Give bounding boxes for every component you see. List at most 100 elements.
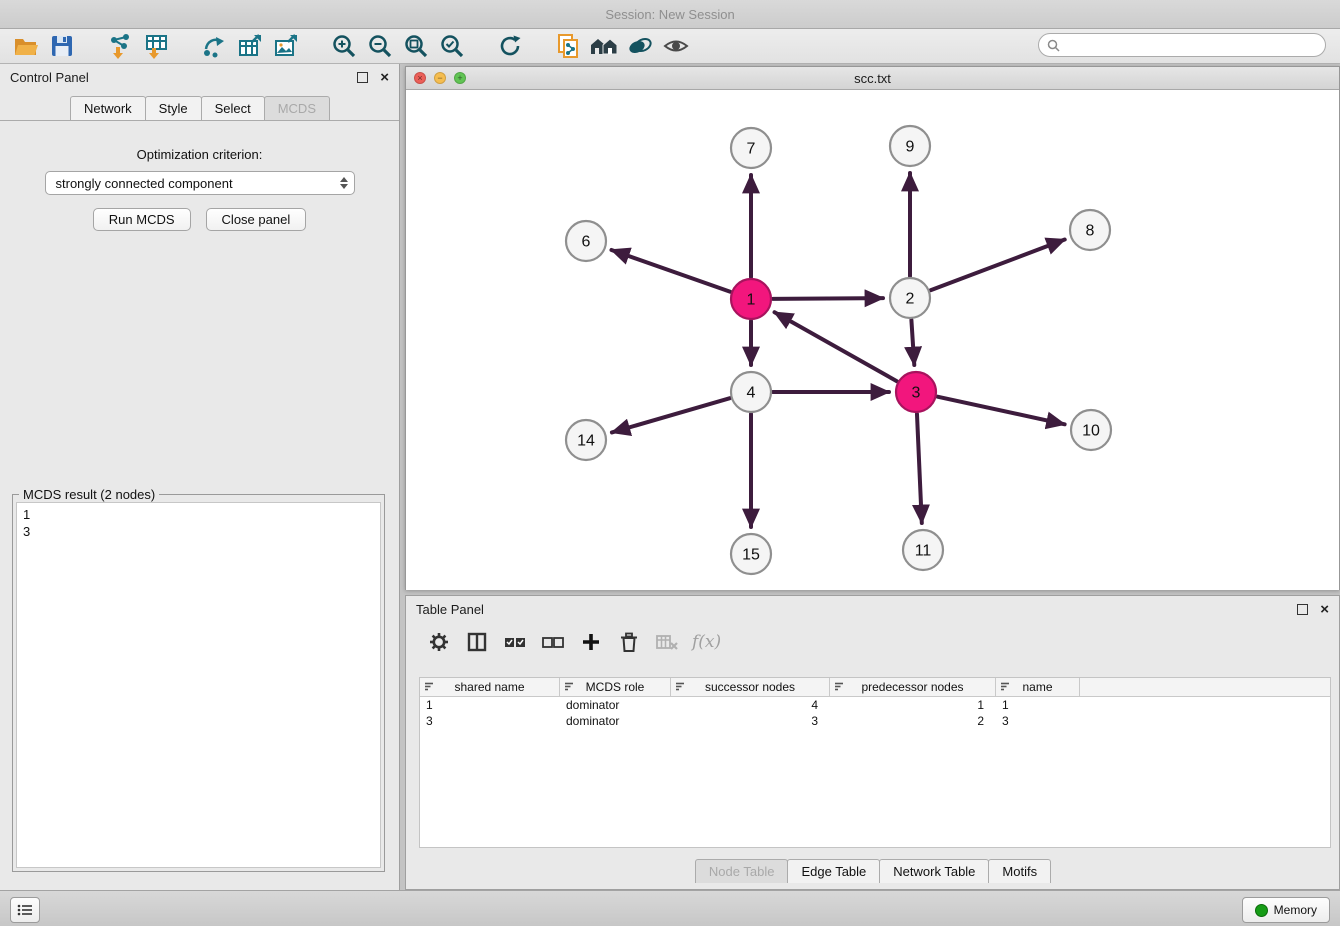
zoom-in-button[interactable] xyxy=(326,31,362,61)
tab-node-table[interactable]: Node Table xyxy=(695,859,789,883)
zoom-out-icon xyxy=(367,33,393,59)
network-canvas[interactable]: 7 9 6 8 1 2 4 3 14 10 15 11 xyxy=(406,90,1339,590)
open-session-button[interactable] xyxy=(8,31,44,61)
refresh-button[interactable] xyxy=(492,31,528,61)
memory-status-icon xyxy=(1255,904,1268,917)
mcds-result-title: MCDS result (2 nodes) xyxy=(19,487,159,502)
plus-icon xyxy=(580,631,602,653)
network-graph[interactable]: 7 9 6 8 1 2 4 3 14 10 15 11 xyxy=(406,90,1339,590)
zoom-fit-button[interactable] xyxy=(398,31,434,61)
select-all-button[interactable] xyxy=(498,628,532,656)
column-header-predecessor-nodes[interactable]: predecessor nodes xyxy=(830,678,996,696)
graph-node-6[interactable]: 6 xyxy=(566,221,606,261)
graph-edge-3-1[interactable] xyxy=(775,312,897,381)
column-header-shared-name[interactable]: shared name xyxy=(420,678,560,696)
graph-edge-3-11[interactable] xyxy=(917,414,922,523)
delete-row-button[interactable] xyxy=(612,628,646,656)
graph-node-8[interactable]: 8 xyxy=(1070,210,1110,250)
tab-edge-table[interactable]: Edge Table xyxy=(787,859,880,883)
table-cell: 3 xyxy=(420,713,560,729)
network-window-titlebar: × − + scc.txt xyxy=(406,67,1339,90)
zoom-selected-button[interactable] xyxy=(434,31,470,61)
graph-node-2[interactable]: 2 xyxy=(890,278,930,318)
graph-node-11[interactable]: 11 xyxy=(903,530,943,570)
search-input[interactable] xyxy=(1065,37,1317,53)
graph-node-15[interactable]: 15 xyxy=(731,534,771,574)
deselect-all-button[interactable] xyxy=(536,628,570,656)
tab-style[interactable]: Style xyxy=(145,96,202,120)
trash-icon xyxy=(618,631,640,653)
graph-node-4[interactable]: 4 xyxy=(731,372,771,412)
tab-network[interactable]: Network xyxy=(70,96,146,120)
close-panel-button[interactable]: Close panel xyxy=(206,208,307,231)
close-table-panel-icon[interactable]: × xyxy=(1320,602,1329,617)
graph-edge-2-8[interactable] xyxy=(931,240,1065,291)
columns-icon xyxy=(466,631,488,653)
graph-edge-4-14[interactable] xyxy=(612,398,730,432)
table-cell: dominator xyxy=(560,697,671,713)
graph-edge-3-10[interactable] xyxy=(937,397,1064,425)
control-panel-header: Control Panel × xyxy=(0,64,399,90)
table-cell: dominator xyxy=(560,713,671,729)
close-panel-icon[interactable]: × xyxy=(380,70,389,85)
graph-edge-1-6[interactable] xyxy=(611,250,730,292)
table-panel: Table Panel × xyxy=(405,595,1340,890)
export-image-button[interactable] xyxy=(268,31,304,61)
search-field[interactable] xyxy=(1038,33,1326,57)
column-header-MCDS-role[interactable]: MCDS role xyxy=(560,678,671,696)
table-row[interactable]: 1dominator411 xyxy=(420,697,1330,713)
mcds-result-list[interactable]: 13 xyxy=(16,502,381,868)
criterion-dropdown[interactable]: strongly connected component xyxy=(45,171,355,195)
table-row[interactable]: 3dominator323 xyxy=(420,713,1330,729)
graph-node-9[interactable]: 9 xyxy=(890,126,930,166)
column-header-successor-nodes[interactable]: successor nodes xyxy=(671,678,830,696)
first-neighbors-button[interactable] xyxy=(586,31,622,61)
import-network-button[interactable] xyxy=(102,31,138,61)
table-cell: 4 xyxy=(671,697,830,713)
close-window-icon[interactable]: × xyxy=(414,72,426,84)
save-icon xyxy=(49,33,75,59)
column-header-name[interactable]: name xyxy=(996,678,1080,696)
style-preview-button[interactable] xyxy=(622,31,658,61)
style-venn-icon xyxy=(627,33,653,59)
float-panel-icon[interactable] xyxy=(357,72,368,83)
graph-edge-2-3[interactable] xyxy=(911,320,914,365)
export-table-button[interactable] xyxy=(232,31,268,61)
run-mcds-button[interactable]: Run MCDS xyxy=(93,208,191,231)
export-network-button[interactable] xyxy=(196,31,232,61)
svg-text:9: 9 xyxy=(906,139,915,156)
graph-node-10[interactable]: 10 xyxy=(1071,410,1111,450)
task-history-button[interactable] xyxy=(10,897,40,923)
float-table-panel-icon[interactable] xyxy=(1297,604,1308,615)
graph-node-1[interactable]: 1 xyxy=(731,279,771,319)
graph-node-7[interactable]: 7 xyxy=(731,128,771,168)
tab-select[interactable]: Select xyxy=(201,96,265,120)
main-toolbar xyxy=(0,29,1340,64)
tab-network-table[interactable]: Network Table xyxy=(879,859,989,883)
copy-network-button[interactable] xyxy=(550,31,586,61)
deselect-all-icon xyxy=(541,631,565,653)
import-table-button[interactable] xyxy=(138,31,174,61)
table-settings-button[interactable] xyxy=(422,628,456,656)
graph-node-3[interactable]: 3 xyxy=(896,372,936,412)
zoom-window-icon[interactable]: + xyxy=(454,72,466,84)
graph-edge-1-2[interactable] xyxy=(773,298,883,299)
delete-column-button[interactable] xyxy=(650,628,684,656)
table-panel-header: Table Panel × xyxy=(406,596,1339,622)
task-list-icon xyxy=(17,903,33,917)
minimize-window-icon[interactable]: − xyxy=(434,72,446,84)
show-hide-button[interactable] xyxy=(658,31,694,61)
memory-button[interactable]: Memory xyxy=(1242,897,1330,923)
function-builder-button[interactable]: f(x) xyxy=(692,632,721,652)
add-row-button[interactable] xyxy=(574,628,608,656)
save-session-button[interactable] xyxy=(44,31,80,61)
table-cell: 1 xyxy=(996,697,1080,713)
dropdown-stepper-icon xyxy=(340,177,348,189)
table-cell: 3 xyxy=(996,713,1080,729)
result-line: 3 xyxy=(23,523,374,540)
tab-mcds[interactable]: MCDS xyxy=(264,96,330,120)
show-columns-button[interactable] xyxy=(460,628,494,656)
zoom-out-button[interactable] xyxy=(362,31,398,61)
graph-node-14[interactable]: 14 xyxy=(566,420,606,460)
tab-motifs[interactable]: Motifs xyxy=(988,859,1051,883)
